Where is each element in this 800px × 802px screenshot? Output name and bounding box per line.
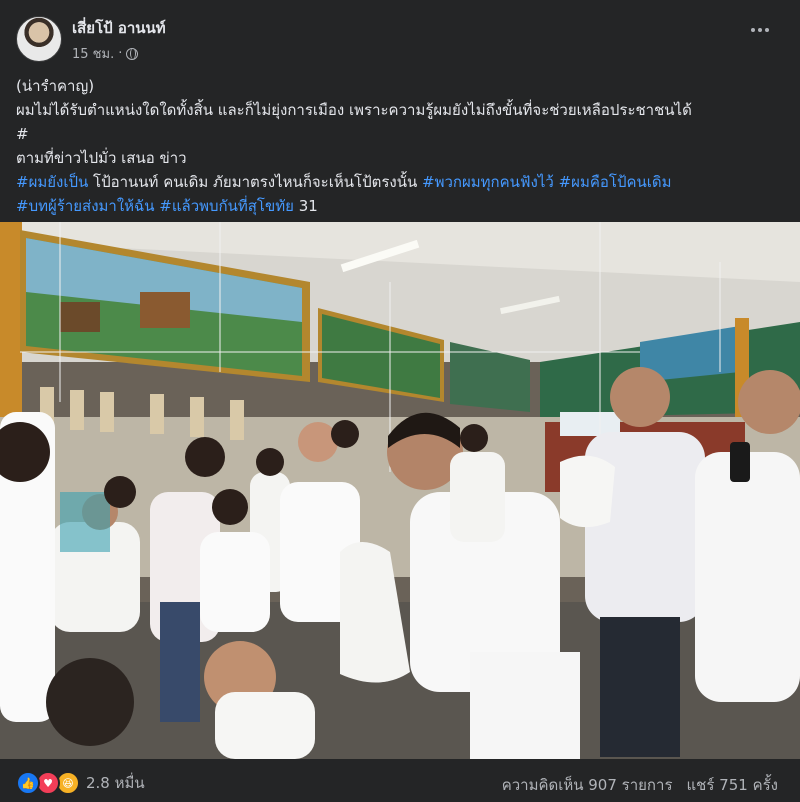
post-line: # — [16, 125, 29, 143]
post-meta: 15 ชม. · — [72, 43, 139, 64]
reactions-summary[interactable]: 👍 ♥ 😆 2.8 หมื่น — [16, 771, 145, 795]
thumbs-up-icon: 👍 — [16, 771, 40, 795]
post-line: (น่ารำคาญ) — [16, 77, 95, 95]
post-photo[interactable] — [0, 222, 800, 759]
shares-count-link[interactable]: แชร์ 751 ครั้ง — [687, 773, 779, 797]
hashtag-link[interactable]: #พวกผมทุกคนฟังไว้ — [422, 173, 554, 191]
post-footer: 👍 ♥ 😆 2.8 หมื่น ความคิดเห็น 907 รายการ แ… — [0, 759, 800, 802]
post-time[interactable]: 15 ชม. — [72, 43, 114, 64]
post-text-fragment: 31 — [293, 197, 318, 215]
hashtag-link[interactable]: #ผมยังเป็น — [16, 173, 88, 191]
post-header: เสี่ยโป้ อานนท์ 15 ชม. · — [0, 0, 800, 72]
post-line: #บทผู้ร้ายส่งมาให้ฉัน #แล้วพบกันที่สุโขท… — [16, 194, 786, 218]
hashtag-link[interactable]: #แล้วพบกันที่สุโขทัย — [159, 197, 294, 215]
post-card: เสี่ยโป้ อานนท์ 15 ชม. · (น่ารำคาญ) ผมไม… — [0, 0, 800, 802]
post-line: ตามที่ข่าวไปมั่ว เสนอ ข่าว — [16, 149, 187, 167]
post-line: #ผมยังเป็น โป้อานนท์ คนเดิม ภัยมาตรงไหนก… — [16, 170, 786, 194]
more-dot-icon — [751, 28, 755, 32]
post-text: (น่ารำคาญ) ผมไม่ได้รับตำแหน่งใดใดทั้งสิ้… — [16, 74, 786, 218]
post-text-fragment: โป้อานนท์ คนเดิม ภัยมาตรงไหนก็จะเห็นโป้ต… — [88, 173, 422, 191]
meta-separator: · — [118, 46, 123, 61]
photo-illustration — [0, 222, 800, 759]
reaction-count: 2.8 หมื่น — [86, 774, 145, 792]
post-stats: ความคิดเห็น 907 รายการ แชร์ 751 ครั้ง — [502, 773, 778, 797]
globe-icon[interactable] — [126, 47, 139, 60]
more-dot-icon — [765, 28, 769, 32]
author-name[interactable]: เสี่ยโป้ อานนท์ — [72, 16, 166, 40]
post-line: ผมไม่ได้รับตำแหน่งใดใดทั้งสิ้น และก็ไม่ย… — [16, 101, 692, 119]
comments-count-link[interactable]: ความคิดเห็น 907 รายการ — [502, 773, 673, 797]
author-avatar[interactable] — [16, 16, 62, 62]
more-options-button[interactable] — [748, 20, 772, 40]
more-dot-icon — [758, 28, 762, 32]
hashtag-link[interactable]: #บทผู้ร้ายส่งมาให้ฉัน — [16, 197, 155, 215]
hashtag-link[interactable]: #ผมคือโป้คนเดิม — [559, 173, 672, 191]
